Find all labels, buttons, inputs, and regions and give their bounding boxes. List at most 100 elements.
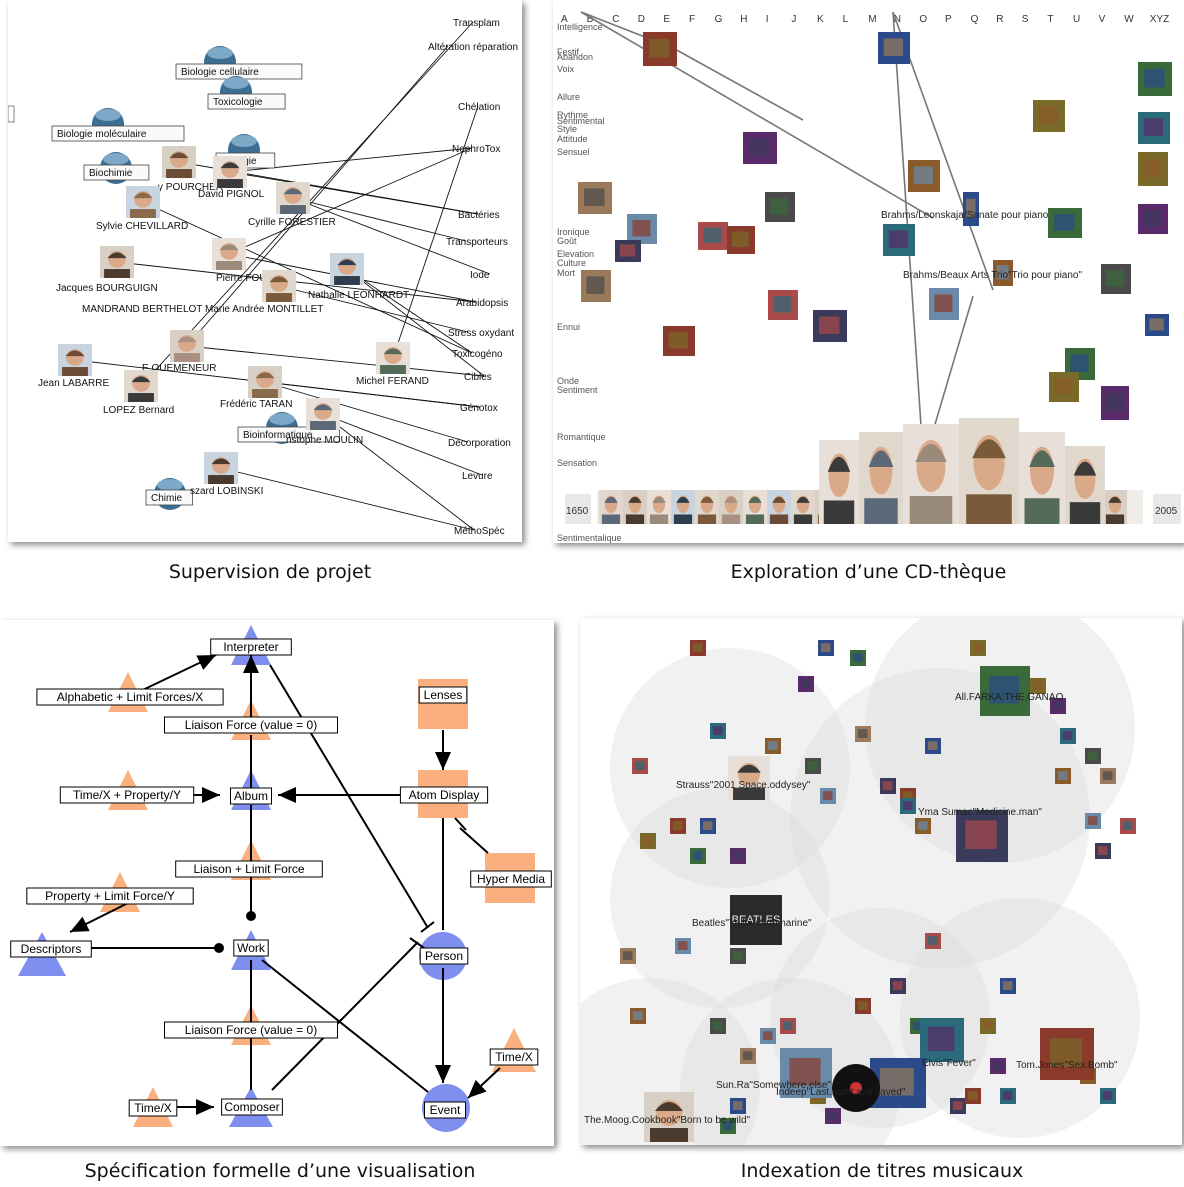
album-cover [698, 222, 728, 250]
person-photo [124, 370, 158, 402]
music-thumbnail [640, 833, 656, 849]
edge [229, 171, 479, 215]
caption-cdtheque: Exploration d’une CD-thèque [730, 561, 1007, 583]
person-photo [170, 330, 204, 362]
person-label: MANDRAND BERTHELOT Marie Andrée MONTILLE… [82, 304, 323, 315]
music-thumbnail [630, 1008, 646, 1024]
topic-label: Iode [470, 270, 490, 281]
category-sphere-highlight [157, 479, 183, 491]
letter-index: J [791, 14, 796, 25]
descriptor-label: Sentimentalique [557, 533, 622, 543]
title-label: The.Moog.Cookbook"Born to be wild" [584, 1115, 751, 1126]
letter-index: T [1047, 14, 1053, 25]
descriptor-label: Goût [557, 236, 577, 246]
composer-portrait-large [959, 418, 1019, 524]
letter-index: U [1073, 14, 1080, 25]
clipped-box [8, 105, 15, 123]
cdtheque-panel: A B C D E F G H I J K L M N O P Q R S T U V W XYZ Intelligence Fe… [553, 0, 1184, 543]
music-thumbnail [805, 758, 821, 774]
letter-index: H [740, 14, 747, 25]
topic-label: Génotox [460, 403, 498, 414]
title-label: Yma Sumac"Medicine.man" [918, 807, 1042, 818]
descriptor-label: Allure [557, 92, 580, 102]
music-thumbnail [690, 640, 706, 656]
person-photo [306, 398, 340, 430]
music-thumbnail [632, 758, 648, 774]
composer-portrait-large [819, 440, 859, 524]
letter-index: V [1099, 14, 1106, 25]
descriptor-label: Sensation [557, 458, 597, 468]
edge [346, 268, 473, 354]
person-label: LOPEZ Bernard [103, 405, 174, 416]
music-thumbnail [1060, 728, 1076, 744]
connector [459, 827, 489, 854]
album-cover [908, 160, 940, 192]
connector [409, 937, 425, 949]
music-thumbnail [730, 848, 746, 864]
composer-portrait [671, 490, 695, 524]
letter-index: L [843, 14, 849, 25]
person-photo [376, 342, 410, 374]
letter-index: K [817, 14, 824, 25]
album-cover [768, 290, 798, 320]
music-thumbnail [1000, 1088, 1016, 1104]
music-thumbnail [890, 978, 906, 994]
person-photo [162, 146, 196, 178]
node-label: Event [430, 1103, 461, 1117]
letter-index: XYZ [1150, 14, 1169, 25]
letter-index: P [945, 14, 952, 25]
node-label: Time/X [495, 1050, 533, 1064]
album-cover [1048, 208, 1082, 238]
topic-label: MéthoSpéc [454, 526, 505, 537]
music-thumbnail [980, 1018, 996, 1034]
composer-portrait-large [903, 424, 959, 524]
composer-portrait [695, 490, 719, 524]
letter-index: S [1022, 14, 1029, 25]
title-label: Elvis"Fever" [922, 1058, 976, 1069]
letter-index: I [766, 14, 769, 25]
title-label: All.FARKA.THE.GANAO [955, 692, 1064, 703]
supervision-panel: Transplam Altération réparation Chélation N… [8, 0, 522, 542]
album-cover [1138, 152, 1168, 186]
title-label: Strauss"2001 Space.oddysey" [676, 780, 811, 791]
album-cover [1145, 314, 1169, 336]
music-thumbnail [670, 818, 686, 834]
edge [116, 261, 477, 303]
cdtheque-view: A B C D E F G H I J K L M N O P Q R S T U V W XYZIntelligenceFe… [557, 11, 1181, 543]
letter-index: C [612, 14, 619, 25]
letter-index: R [996, 14, 1003, 25]
album-cover [883, 224, 915, 256]
music-thumbnail [825, 1108, 841, 1124]
album-cover-large [980, 666, 1030, 716]
composer-portrait [599, 490, 623, 524]
music-thumbnail [765, 738, 781, 754]
person-photo [100, 246, 134, 278]
spec-panel: Interpreter Alphabetic + Limit Forces/X Li… [0, 620, 554, 1146]
music-thumbnail [1000, 978, 1016, 994]
node-label: Work [237, 941, 266, 955]
category-sphere-highlight [95, 109, 121, 121]
category-label: Biochimie [89, 168, 133, 179]
music-thumbnail [710, 1018, 726, 1034]
title-label: Tom.Jones"Sex.Bomb" [1016, 1060, 1118, 1071]
node-label: Liaison + Limit Force [193, 862, 304, 876]
music-thumbnail [675, 938, 691, 954]
letter-index: M [868, 14, 876, 25]
music-thumbnail [850, 650, 866, 666]
music-thumbnail [740, 1048, 756, 1064]
composer-portrait [719, 490, 743, 524]
year-end: 2005 [1155, 506, 1178, 517]
descriptor-label: Sentiment [557, 385, 598, 395]
music-thumbnail [855, 726, 871, 742]
edge [322, 413, 475, 531]
music-thumbnail [818, 640, 834, 656]
album-cover [627, 214, 657, 244]
music-thumbnail [710, 723, 726, 739]
music-thumbnail [925, 933, 941, 949]
music-thumbnail [730, 948, 746, 964]
node-label: Alphabetic + Limit Forces/X [57, 690, 203, 704]
music-thumbnail [950, 1098, 966, 1114]
person-photo [58, 344, 92, 376]
person-label: Jacques BOURGUIGN [56, 283, 158, 294]
album-cover [743, 132, 777, 164]
